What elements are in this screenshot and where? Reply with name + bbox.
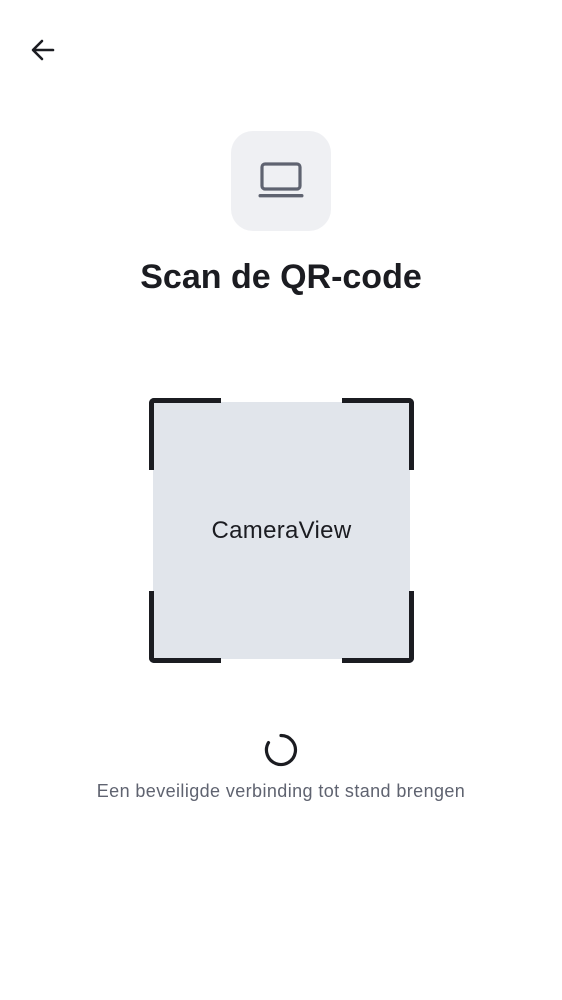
scanner-corner-bottom-left: [149, 591, 221, 663]
scanner-corner-bottom-right: [342, 591, 414, 663]
scanner-corner-top-right: [342, 398, 414, 470]
back-button[interactable]: [22, 29, 64, 71]
connection-status-text: Een beveiligde verbinding tot stand bren…: [96, 781, 466, 801]
arrow-left-icon: [31, 39, 55, 61]
laptop-icon: [258, 162, 304, 198]
qr-scanner-frame: CameraView: [149, 398, 414, 663]
qr-scan-screen: Scan de QR-code CameraView Een beveiligd…: [0, 0, 562, 1000]
scanner-corner-top-left: [149, 398, 221, 470]
camera-view-label: CameraView: [211, 516, 352, 544]
page-title: Scan de QR-code: [140, 258, 422, 296]
loading-spinner-icon: [264, 733, 298, 767]
device-icon-tile: [231, 131, 331, 231]
